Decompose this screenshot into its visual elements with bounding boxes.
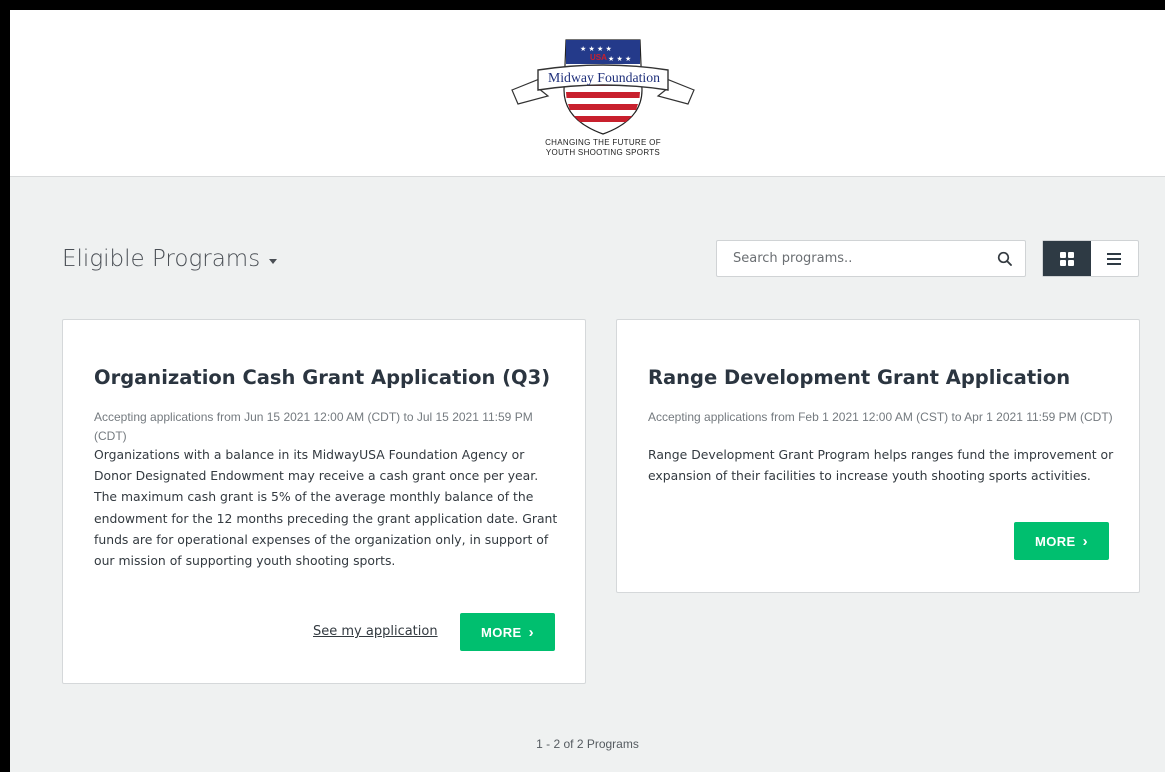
list-view-button[interactable] [1091,241,1139,276]
chevron-right-icon: › [528,623,534,641]
program-dates: Accepting applications from Feb 1 2021 1… [648,410,1113,424]
see-my-application-link[interactable]: See my application [313,624,438,639]
more-button[interactable]: MORE › [1014,522,1109,560]
program-card: Range Development Grant Application Acce… [616,319,1140,593]
more-button-label: MORE [1034,533,1076,549]
search-input[interactable] [717,241,993,276]
program-filter-dropdown[interactable]: Eligible Programs [62,246,278,272]
grid-view-button[interactable] [1043,241,1091,276]
site-header: ★ ★ ★ ★ ★ ★ ★ USA Midway Foundation CHAN… [10,10,1165,177]
page-title: Eligible Programs [62,246,261,272]
tagline-line-2: YOUTH SHOOTING SPORTS [545,148,661,157]
program-card: Organization Cash Grant Application (Q3)… [62,319,586,684]
logo-usa-text: USA [590,53,607,62]
chevron-right-icon: › [1082,532,1088,550]
midwayusa-foundation-logo: ★ ★ ★ ★ ★ ★ ★ USA Midway Foundation CHAN… [508,34,698,164]
app-frame: ★ ★ ★ ★ ★ ★ ★ USA Midway Foundation CHAN… [10,10,1165,772]
logo-tagline: CHANGING THE FUTURE OF YOUTH SHOOTING SP… [508,138,698,158]
svg-text:★ ★ ★: ★ ★ ★ [608,55,631,63]
view-toggle [1042,240,1139,277]
pagination-info: 1 - 2 of 2 Programs [536,737,639,751]
program-dates: Accepting applications from Jun 15 2021 … [94,410,533,443]
logo-emblem: ★ ★ ★ ★ ★ ★ ★ USA Midway Foundation [511,39,695,135]
search-icon[interactable] [997,251,1013,267]
program-description: Organizations with a balance in its Midw… [94,447,558,569]
tagline-line-1: CHANGING THE FUTURE OF [545,138,661,147]
search-box [716,240,1026,277]
svg-text:★ ★ ★ ★: ★ ★ ★ ★ [580,45,612,53]
logo-name-text: Midway Foundation [548,71,660,86]
more-button-label: MORE [480,624,522,640]
program-title: Range Development Grant Application [648,366,1071,389]
program-title: Organization Cash Grant Application (Q3) [94,366,551,389]
program-description: Range Development Grant Program helps ra… [648,447,1114,484]
caret-down-icon [269,258,278,264]
list-icon [1107,252,1122,265]
grid-icon [1059,251,1074,266]
more-button[interactable]: MORE › [460,613,555,651]
